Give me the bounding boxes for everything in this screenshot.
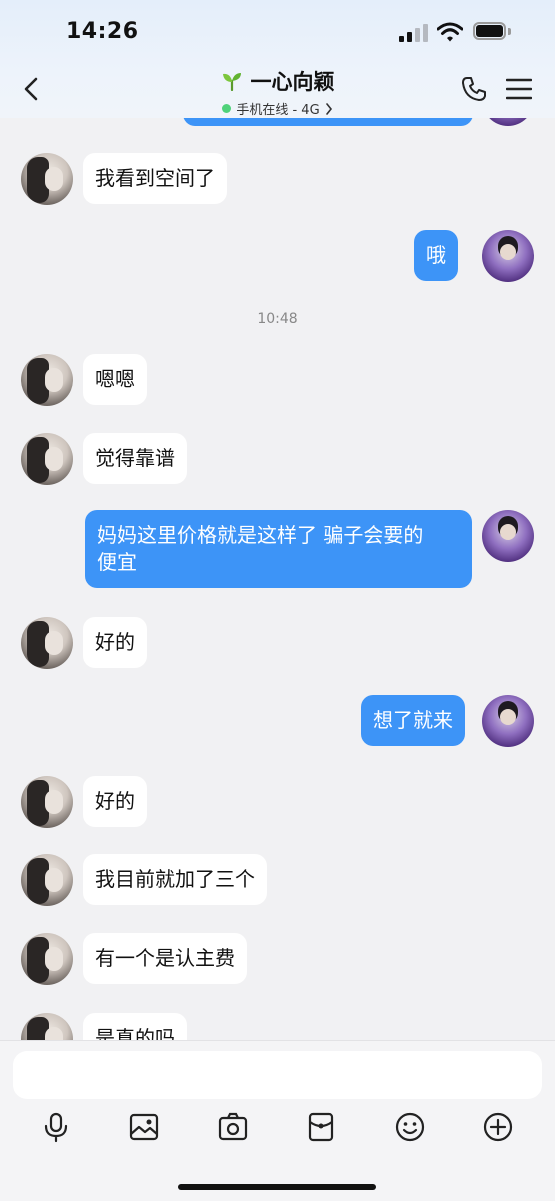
avatar-self[interactable] [482, 695, 534, 747]
message-bubble[interactable]: 想了就来 [361, 695, 465, 746]
chat-title-area[interactable]: 一心向颖 手机在线 - 4G [150, 66, 405, 118]
menu-icon[interactable] [506, 78, 532, 100]
message-bubble[interactable]: 嗯嗯 [83, 354, 147, 405]
microphone-icon[interactable] [40, 1111, 72, 1143]
message-bubble[interactable]: 哦 [414, 230, 458, 281]
message-bubble[interactable]: 我看到空间了 [83, 153, 227, 204]
camera-icon[interactable] [217, 1111, 249, 1143]
partial-message-row [0, 118, 555, 126]
contact-title: 一心向颖 [221, 66, 335, 96]
message-input[interactable] [13, 1051, 542, 1099]
message-bubble[interactable]: 是真的吗 [83, 1013, 187, 1040]
phone-icon[interactable] [460, 75, 488, 103]
online-status[interactable]: 手机在线 - 4G [222, 99, 332, 118]
input-panel [0, 1040, 555, 1201]
red-packet-icon[interactable] [305, 1111, 337, 1143]
avatar-contact[interactable] [21, 617, 73, 669]
avatar-contact[interactable] [21, 153, 73, 205]
avatar-contact[interactable] [21, 354, 73, 406]
home-indicator [178, 1184, 376, 1190]
chevron-right-icon [325, 102, 332, 115]
avatar-self[interactable] [482, 510, 534, 562]
status-time: 14:26 [66, 19, 139, 44]
message-bubble-partial[interactable] [183, 118, 473, 126]
avatar-self[interactable] [482, 230, 534, 282]
message-bubble[interactable]: 好的 [83, 776, 147, 827]
avatar-contact[interactable] [21, 854, 73, 906]
avatar-contact[interactable] [21, 1013, 73, 1040]
chat-message-list[interactable]: 我看到空间了 哦 10:48 嗯嗯 觉得靠谱 妈妈这里价格就是这样了 骗子会要的… [0, 118, 555, 1040]
avatar-contact[interactable] [21, 433, 73, 485]
message-bubble[interactable]: 好的 [83, 617, 147, 668]
plus-icon[interactable] [482, 1111, 514, 1143]
signal-icon [399, 24, 429, 42]
battery-icon [473, 22, 513, 42]
avatar-self[interactable] [482, 118, 534, 126]
image-icon[interactable] [128, 1111, 160, 1143]
message-bubble[interactable]: 我目前就加了三个 [83, 854, 267, 905]
message-bubble[interactable]: 妈妈这里价格就是这样了 骗子会要的 便宜 [85, 510, 472, 588]
contact-name: 一心向颖 [250, 70, 335, 94]
timestamp: 10:48 [257, 311, 298, 327]
back-icon[interactable] [18, 74, 46, 104]
avatar-contact[interactable] [21, 776, 73, 828]
online-dot-icon [222, 104, 232, 113]
sprout-icon [222, 73, 241, 91]
online-status-text: 手机在线 - 4G [236, 103, 320, 118]
avatar-contact[interactable] [21, 933, 73, 985]
top-bar: 14:26 一心向颖 手机在线 - 4G [0, 0, 555, 118]
emoji-icon[interactable] [394, 1111, 426, 1143]
wifi-icon [437, 22, 463, 42]
message-bubble[interactable]: 觉得靠谱 [83, 433, 187, 484]
message-bubble[interactable]: 有一个是认主费 [83, 933, 247, 984]
